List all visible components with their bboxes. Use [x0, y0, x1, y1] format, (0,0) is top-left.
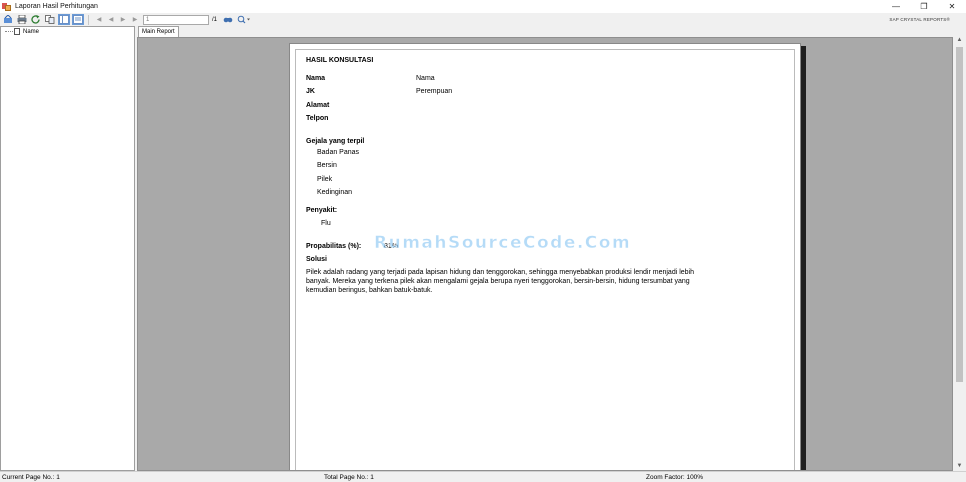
report-heading: HASIL KONSULTASI: [306, 57, 374, 64]
refresh-icon[interactable]: [30, 14, 42, 25]
first-page-icon[interactable]: ◀​: [93, 14, 105, 25]
tree-item-root[interactable]: Name: [5, 28, 39, 35]
current-page-status: Current Page No.: 1: [2, 474, 60, 481]
field-value-jk: Perempuan: [416, 88, 453, 95]
symptoms-label: Gejala yang terpil: [306, 138, 365, 145]
page-total-label: /1: [212, 16, 218, 23]
toolbar: ◀​ ◀ ▶ ▶​ 1 /1 SAP CRYSTAL REPORTS®: [0, 13, 966, 26]
zoom-status: Zoom Factor: 100%: [646, 474, 704, 481]
zoom-icon[interactable]: [236, 14, 252, 25]
brand-label: SAP CRYSTAL REPORTS®: [889, 17, 950, 22]
tree-item-label: Name: [23, 28, 40, 35]
vertical-scrollbar[interactable]: ▲ ▼: [953, 37, 966, 471]
field-value-nama: Nama: [416, 75, 435, 82]
find-icon[interactable]: [222, 14, 234, 25]
toggle-group-tree-icon[interactable]: [58, 14, 70, 25]
restore-button[interactable]: ❐: [910, 0, 938, 13]
symptom-item: Badan Panas: [317, 149, 360, 156]
symptom-item: Bersin: [317, 162, 337, 169]
print-icon[interactable]: [16, 14, 28, 25]
solution-text: Pilek adalah radang yang terjadi pada la…: [306, 269, 694, 294]
copy-icon[interactable]: [44, 14, 56, 25]
scroll-down-icon[interactable]: ▼: [953, 463, 966, 471]
watermark: RumahSourceCode.Com: [374, 233, 632, 254]
tab-main-report[interactable]: Main Report: [138, 26, 179, 37]
solution-label: Solusi: [306, 256, 328, 263]
page-number-input[interactable]: 1: [143, 14, 209, 25]
export-icon[interactable]: [2, 14, 14, 25]
next-page-icon[interactable]: ▶: [117, 14, 129, 25]
disease-value: Flu: [321, 220, 331, 227]
symptom-item: Kedinginan: [317, 189, 353, 196]
toggle-parameter-panel-icon[interactable]: [72, 14, 84, 25]
total-page-status: Total Page No.: 1: [324, 474, 374, 481]
report-page: HASIL KONSULTASI Nama Nama JK Perempuan …: [289, 43, 801, 470]
field-label-nama: Nama: [306, 75, 326, 82]
group-tree-panel: Name: [0, 26, 135, 471]
document-icon: [14, 28, 20, 35]
close-button[interactable]: ✕: [938, 0, 966, 13]
minimize-button[interactable]: —: [882, 0, 910, 13]
probability-label: Propabilitas (%):: [306, 243, 362, 250]
scroll-thumb[interactable]: [956, 47, 963, 382]
window-title: Laporan Hasil Perhitungan: [15, 3, 98, 10]
scroll-up-icon[interactable]: ▲: [953, 37, 966, 45]
status-bar: Current Page No.: 1 Total Page No.: 1 Zo…: [0, 471, 966, 482]
disease-label: Penyakit:: [306, 207, 338, 214]
tab-bar: Main Report: [137, 26, 966, 37]
app-icon: [2, 2, 11, 11]
previous-page-icon[interactable]: ◀: [105, 14, 117, 25]
symptom-item: Pilek: [317, 176, 333, 183]
field-label-alamat: Alamat: [306, 102, 330, 109]
last-page-icon[interactable]: ▶​: [129, 14, 141, 25]
field-label-telpon: Telpon: [306, 115, 329, 122]
field-label-jk: JK: [306, 88, 315, 95]
title-bar: Laporan Hasil Perhitungan — ❐ ✕: [0, 0, 966, 13]
report-viewer: HASIL KONSULTASI Nama Nama JK Perempuan …: [137, 37, 953, 471]
